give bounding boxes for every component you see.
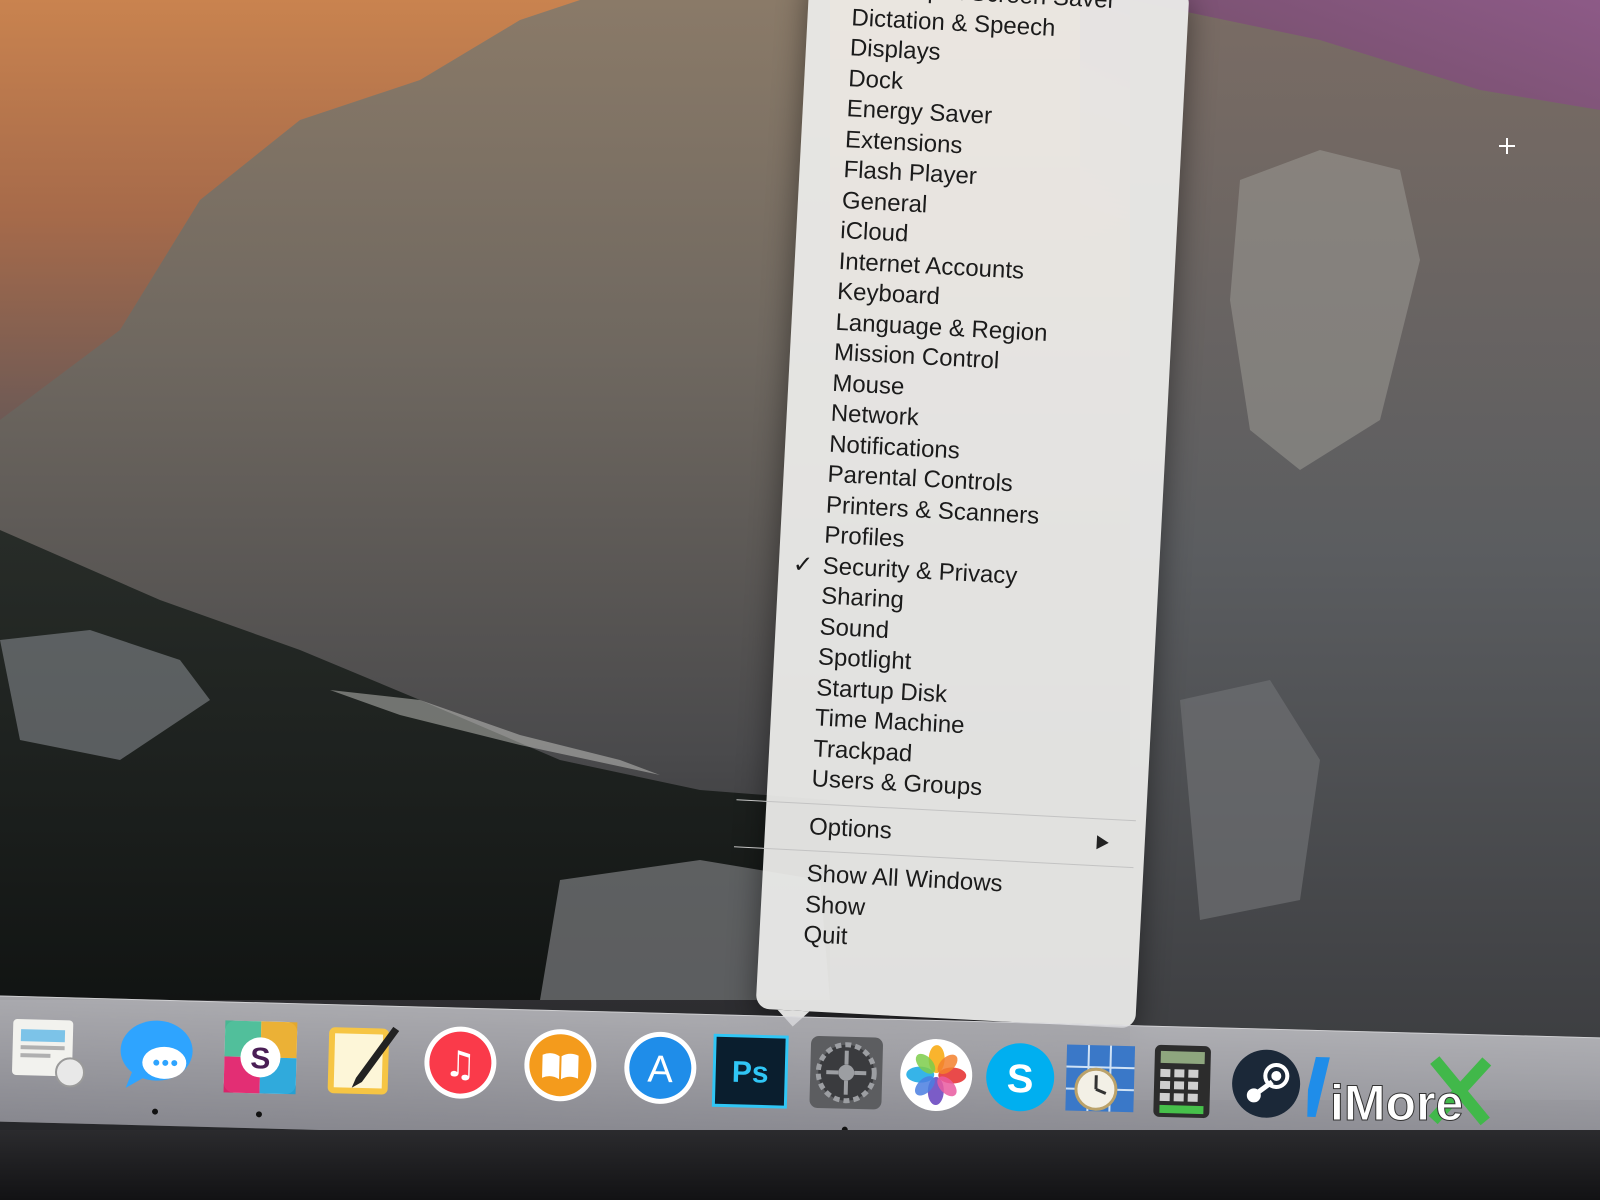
menu-item-label: Startup Disk	[815, 673, 948, 708]
svg-text:♫: ♫	[444, 1044, 477, 1086]
steam-icon[interactable]	[1223, 1041, 1309, 1127]
checkmark-icon: ✓	[792, 550, 814, 579]
submenu-arrow-icon	[1096, 834, 1110, 850]
svg-text:S: S	[1006, 1057, 1034, 1102]
skype-icon[interactable]: S	[977, 1034, 1063, 1120]
menu-item-label: Notifications	[828, 430, 961, 464]
context-menu-list: Desktop & Screen SaverDictation & Speech…	[767, 0, 1190, 812]
running-indicator	[255, 1111, 263, 1118]
menu-item-label: General	[841, 186, 928, 218]
svg-text:Ps: Ps	[731, 1056, 769, 1090]
svg-text:iMore: iMore	[1330, 1075, 1463, 1131]
svg-text:S: S	[250, 1042, 271, 1076]
menu-item-label: iCloud	[839, 216, 910, 248]
menu-item-options-label: Options	[808, 812, 893, 844]
dock-context-menu: Desktop & Screen SaverDictation & Speech…	[733, 0, 1190, 1029]
menu-item-label: Displays	[849, 34, 942, 66]
photoshop-icon[interactable]: Ps	[707, 1027, 793, 1113]
svg-text:A: A	[647, 1049, 674, 1092]
menu-item-label: Trackpad	[812, 734, 914, 767]
slack-icon[interactable]: S	[217, 1014, 303, 1100]
photos-icon[interactable]	[893, 1032, 979, 1118]
menu-item-label: Extensions	[844, 125, 964, 159]
messages-icon[interactable]	[113, 1012, 199, 1098]
menu-item-label: Network	[830, 399, 920, 432]
menu-item-label: Keyboard	[836, 277, 941, 311]
preview-icon[interactable]	[5, 1009, 91, 1095]
calculator-icon[interactable]	[1139, 1038, 1225, 1124]
app-store-icon[interactable]: A	[617, 1025, 703, 1111]
menu-item-label: Sharing	[820, 582, 905, 614]
menu-item-label: Flash Player	[842, 156, 978, 190]
time-zone-icon[interactable]	[1057, 1036, 1143, 1122]
menu-item-label: Spotlight	[817, 643, 913, 676]
notes-pencil-icon[interactable]	[317, 1017, 403, 1103]
imore-watermark: iMore	[1330, 1075, 1464, 1132]
menu-item-label: Mouse	[831, 369, 906, 400]
menu-item-label: Energy Saver	[846, 95, 993, 130]
system-preferences-icon[interactable]	[803, 1030, 889, 1116]
menu-item-label: Dock	[847, 64, 904, 95]
ibooks-icon[interactable]	[517, 1022, 603, 1108]
menu-item-label: Profiles	[823, 521, 906, 553]
menu-item-label: Sound	[818, 612, 890, 644]
crosshair-cursor-icon	[1499, 138, 1515, 154]
itunes-icon[interactable]: ♫	[417, 1020, 503, 1106]
menu-item-label: Time Machine	[814, 704, 966, 740]
running-indicator	[151, 1108, 159, 1115]
screen-bezel	[0, 1130, 1600, 1200]
